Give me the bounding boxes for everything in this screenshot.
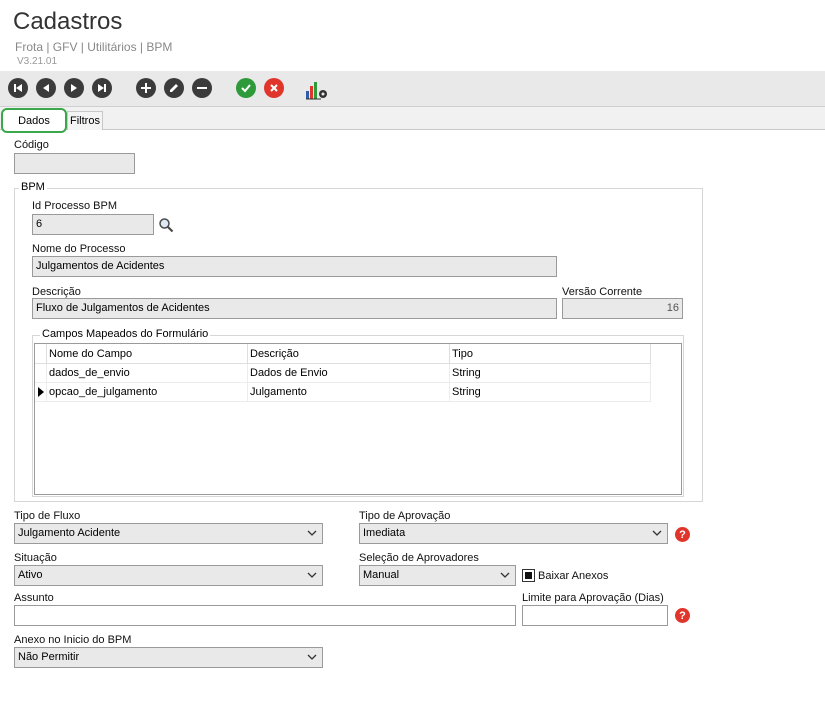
nome-processo-field[interactable]: Julgamentos de Acidentes <box>32 256 557 277</box>
descricao-label: Descrição <box>32 286 81 298</box>
assunto-field[interactable] <box>14 605 516 626</box>
tipo-fluxo-label: Tipo de Fluxo <box>14 510 81 522</box>
next-record-button[interactable] <box>64 78 84 98</box>
chevron-down-icon <box>307 572 317 578</box>
edit-icon <box>170 84 178 92</box>
tipo-aprovacao-select[interactable]: Imediata <box>359 523 668 544</box>
limite-field[interactable] <box>522 605 668 626</box>
checkbox-fill <box>525 572 532 579</box>
chevron-down-icon <box>500 572 510 578</box>
id-processo-field[interactable]: 6 <box>32 214 154 235</box>
cancel-icon <box>270 84 278 92</box>
chevron-down-icon <box>307 530 317 536</box>
chart-settings-icon <box>306 82 327 100</box>
selecao-label: Seleção de Aprovadores <box>359 552 479 564</box>
table-row-tipo[interactable]: String <box>450 383 651 402</box>
versao-label: Versão Corrente <box>562 286 643 298</box>
table-row-nome[interactable]: dados_de_envio <box>47 364 248 383</box>
table-row-descricao[interactable]: Dados de Envio <box>248 364 450 383</box>
chevron-down-icon <box>652 530 662 536</box>
add-button[interactable] <box>136 78 156 98</box>
remove-icon <box>197 87 207 89</box>
chart-settings-button[interactable] <box>305 79 329 101</box>
selecao-select[interactable]: Manual <box>359 565 516 586</box>
nome-processo-label: Nome do Processo <box>32 243 126 255</box>
last-record-button[interactable] <box>92 78 112 98</box>
anexo-select[interactable]: Não Permitir <box>14 647 323 668</box>
tab-filtros[interactable]: Filtros <box>67 111 103 130</box>
campos-legend: Campos Mapeados do Formulário <box>40 328 211 340</box>
chevron-down-icon <box>307 654 317 660</box>
confirm-button[interactable] <box>236 78 256 98</box>
add-icon <box>141 83 151 93</box>
grid-row-selector[interactable] <box>35 364 47 383</box>
tipo-aprovacao-value: Imediata <box>363 527 406 539</box>
toolbar <box>0 71 825 107</box>
last-icon <box>98 84 106 92</box>
situacao-value: Ativo <box>18 569 43 581</box>
grid-header-descricao[interactable]: Descrição <box>248 344 450 364</box>
previous-record-button[interactable] <box>36 78 56 98</box>
anexo-value: Não Permitir <box>18 651 80 663</box>
selecao-value: Manual <box>363 569 400 581</box>
table-row-nome[interactable]: opcao_de_julgamento <box>47 383 248 402</box>
baixar-anexos-label: Baixar Anexos <box>538 570 609 582</box>
breadcrumb: Frota | GFV | Utilitários | BPM <box>15 40 173 54</box>
descricao-field[interactable]: Fluxo de Julgamentos de Acidentes <box>32 298 557 319</box>
limite-label: Limite para Aprovação (Dias) <box>522 592 664 604</box>
tipo-fluxo-select[interactable]: Julgamento Acidente <box>14 523 323 544</box>
previous-icon <box>43 84 49 92</box>
page-title: Cadastros <box>13 8 123 35</box>
help-icon[interactable]: ? <box>675 527 690 542</box>
tipo-fluxo-value: Julgamento Acidente <box>18 527 121 539</box>
situacao-label: Situação <box>14 552 57 564</box>
search-button[interactable] <box>158 217 174 233</box>
cancel-button[interactable] <box>264 78 284 98</box>
codigo-label: Código <box>14 139 49 151</box>
codigo-field[interactable] <box>14 153 135 174</box>
situacao-select[interactable]: Ativo <box>14 565 323 586</box>
grid-header-tipo[interactable]: Tipo <box>450 344 651 364</box>
edit-button[interactable] <box>164 78 184 98</box>
current-row-arrow-icon <box>38 387 44 397</box>
remove-button[interactable] <box>192 78 212 98</box>
grid-row-selector[interactable] <box>35 383 47 402</box>
tab-strip <box>0 107 825 130</box>
tab-dados[interactable]: Dados <box>1 108 67 133</box>
confirm-icon <box>241 84 251 93</box>
first-icon <box>14 84 22 92</box>
anexo-label: Anexo no Inicio do BPM <box>14 634 132 646</box>
campos-grid[interactable]: Nome do Campo Descrição Tipo dados_de_en… <box>34 343 682 495</box>
table-row-descricao[interactable]: Julgamento <box>248 383 450 402</box>
bpm-legend: BPM <box>19 181 47 193</box>
help-icon[interactable]: ? <box>675 608 690 623</box>
version-label: V3.21.01 <box>17 56 58 67</box>
table-row-tipo[interactable]: String <box>450 364 651 383</box>
next-icon <box>71 84 77 92</box>
assunto-label: Assunto <box>14 592 54 604</box>
grid-row-selector-header <box>35 344 47 364</box>
first-record-button[interactable] <box>8 78 28 98</box>
tipo-aprovacao-label: Tipo de Aprovação <box>359 510 451 522</box>
id-processo-label: Id Processo BPM <box>32 200 117 212</box>
versao-field[interactable]: 16 <box>562 298 683 319</box>
grid-header-nome[interactable]: Nome do Campo <box>47 344 248 364</box>
search-icon <box>159 218 174 233</box>
baixar-anexos-checkbox[interactable] <box>522 569 535 582</box>
